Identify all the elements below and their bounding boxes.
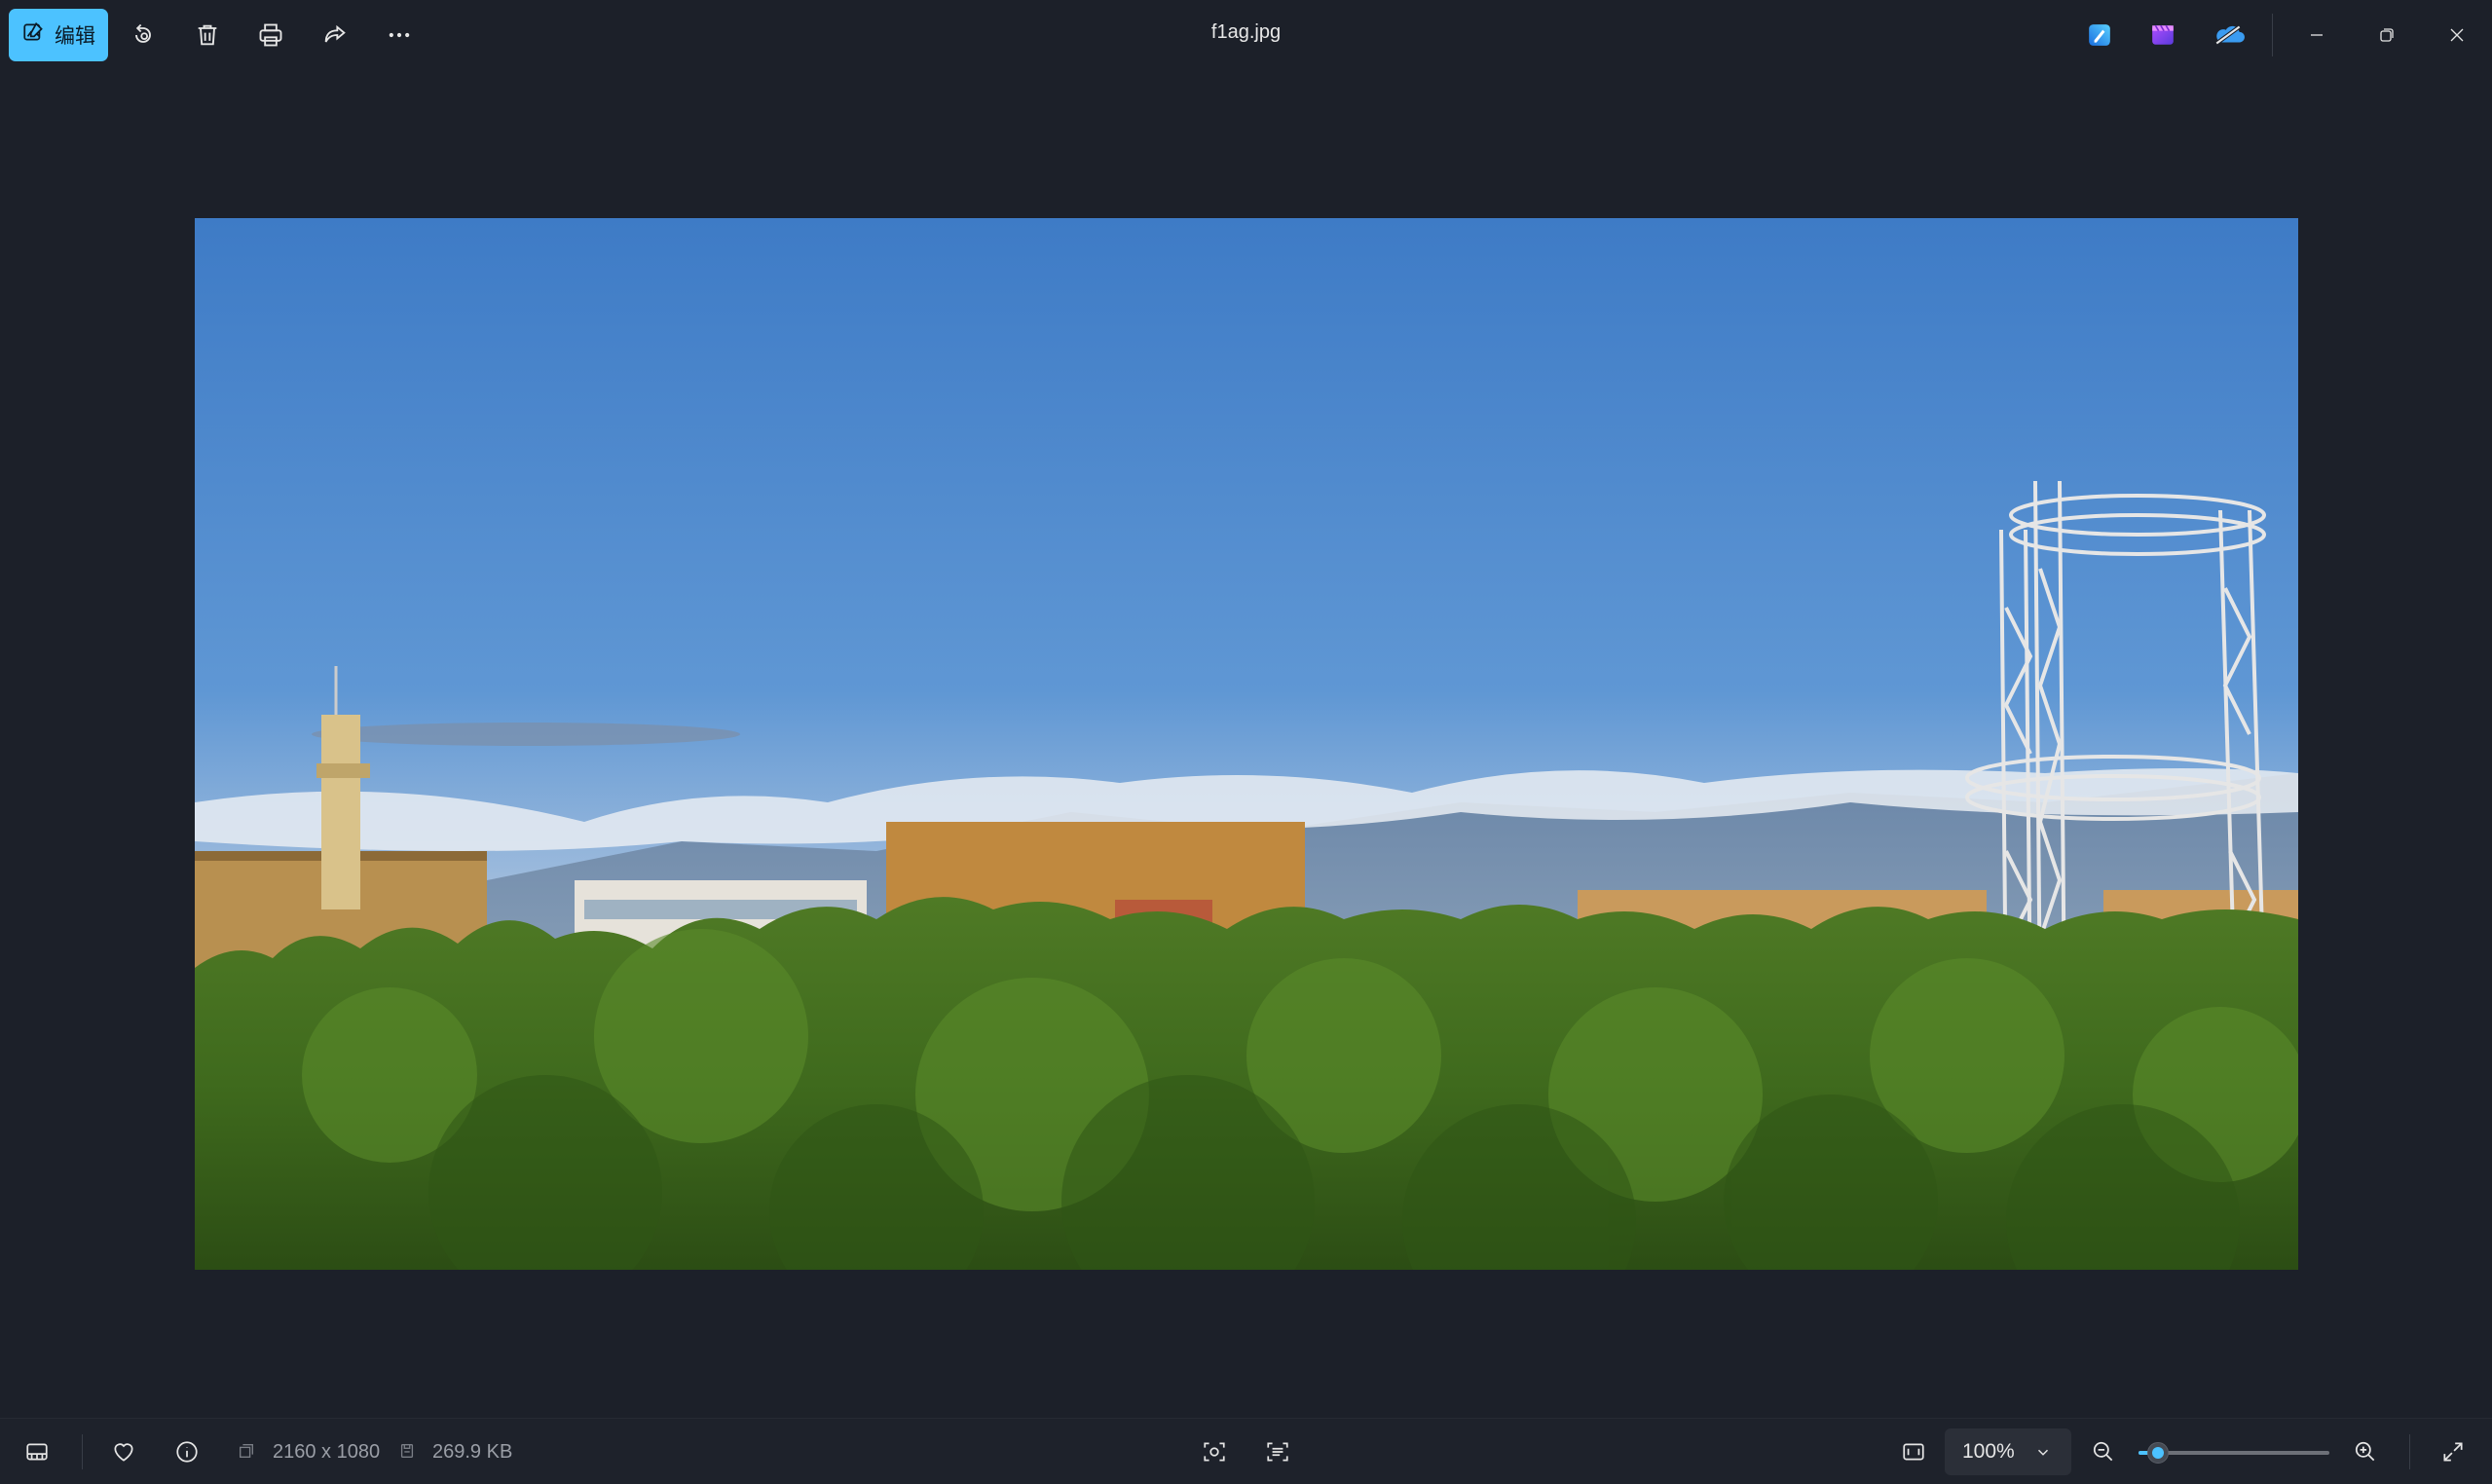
title-bar: 编辑 f1ag.jpg bbox=[0, 0, 2492, 70]
text-scan-icon[interactable] bbox=[1260, 1434, 1295, 1469]
image-dimensions: 2160 x 1080 bbox=[273, 1441, 381, 1463]
zoom-level-dropdown[interactable]: 100% bbox=[1945, 1428, 2071, 1475]
close-button[interactable] bbox=[2428, 10, 2486, 60]
minimize-icon bbox=[2311, 34, 2323, 36]
chevron-down-icon bbox=[2037, 1449, 2049, 1456]
campus-photo bbox=[195, 218, 2298, 1270]
zoom-level: 100% bbox=[1962, 1440, 2015, 1463]
info-icon[interactable] bbox=[169, 1434, 205, 1469]
title-bar-divider bbox=[2272, 14, 2273, 56]
zoom-in-icon[interactable] bbox=[2348, 1434, 2383, 1469]
restore-icon bbox=[2380, 28, 2394, 42]
zoom-out-icon[interactable] bbox=[2086, 1434, 2121, 1469]
restore-button[interactable] bbox=[2358, 10, 2416, 60]
dimensions-icon bbox=[236, 1440, 257, 1462]
file-size-icon bbox=[396, 1440, 418, 1462]
zoom-slider[interactable] bbox=[2139, 1442, 2329, 1464]
close-icon bbox=[2450, 28, 2464, 42]
status-divider-right bbox=[2409, 1434, 2410, 1469]
file-size: 269.9 KB bbox=[432, 1441, 513, 1463]
onedrive-icon[interactable] bbox=[2212, 18, 2247, 53]
status-divider bbox=[82, 1434, 83, 1469]
clipchamp-icon[interactable] bbox=[2145, 18, 2180, 53]
fullscreen-icon[interactable] bbox=[2436, 1434, 2471, 1469]
zoom-slider-thumb[interactable] bbox=[2147, 1442, 2169, 1464]
window-title: f1ag.jpg bbox=[1210, 21, 1282, 43]
filmstrip-icon[interactable] bbox=[19, 1434, 55, 1469]
visual-search-icon[interactable] bbox=[1197, 1434, 1232, 1469]
fit-to-window-icon[interactable] bbox=[1896, 1434, 1931, 1469]
status-bar: 2160 x 1080 269.9 KB 100% bbox=[0, 1418, 2492, 1484]
photo-canvas[interactable] bbox=[195, 218, 2298, 1270]
designer-icon[interactable] bbox=[2082, 18, 2117, 53]
minimize-button[interactable] bbox=[2287, 10, 2346, 60]
favorite-icon[interactable] bbox=[106, 1434, 141, 1469]
